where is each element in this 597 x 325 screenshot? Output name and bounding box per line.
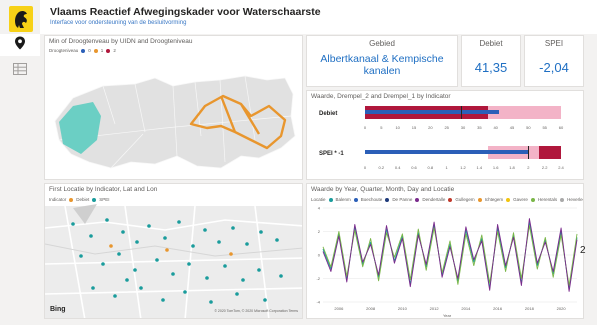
bullet-tick-label: 0.6 bbox=[411, 165, 417, 170]
bullet-label-spei: SPEI * -1 bbox=[319, 151, 344, 157]
bullet-tick-label: 50 bbox=[526, 125, 531, 130]
bullet-label-debiet: Debiet bbox=[319, 111, 337, 117]
bullet-tick-label: 10 bbox=[395, 125, 400, 130]
spei-target-marker bbox=[528, 146, 529, 159]
map-pin-icon bbox=[14, 36, 26, 55]
timeseries-x-axis: 2006 2008 2010 2012 2014 2016 2018 2020 bbox=[334, 306, 566, 311]
bullet-chart: Debiet 0 5 10 15 20 25 30 35 40 45 50 55 60 SPEI * -… bbox=[319, 106, 565, 170]
table-icon bbox=[13, 62, 27, 80]
debiet-target-marker bbox=[461, 106, 462, 119]
bullet-tick-label: 35 bbox=[477, 125, 482, 130]
clipped-edge-text: 2 bbox=[580, 245, 586, 256]
bullet-tick-label: 30 bbox=[461, 125, 466, 130]
x-tick-label: 2014 bbox=[461, 306, 471, 311]
threshold-bullet-tile[interactable]: Waarde, Drempel_2 and Drempel_1 by Indic… bbox=[306, 90, 584, 180]
bing-logo: Bing bbox=[50, 306, 66, 313]
x-tick-label: 2016 bbox=[493, 306, 503, 311]
bullet-tick-label: 0 bbox=[364, 125, 367, 130]
flanders-region-map[interactable] bbox=[45, 36, 303, 180]
app-root: Vlaams Reactief Afwegingskader voor Wate… bbox=[0, 0, 597, 325]
bullet-tick-label: 45 bbox=[510, 125, 515, 130]
timeseries-x-label: Year bbox=[443, 313, 452, 318]
nav-table-page[interactable] bbox=[0, 60, 40, 82]
bullet-tick-label: 1.2 bbox=[460, 165, 466, 170]
bullet-tick-label: 2 bbox=[527, 165, 530, 170]
y-tick-label: 4 bbox=[318, 206, 321, 211]
sidebar bbox=[0, 0, 40, 325]
debiet-value-bar bbox=[365, 110, 499, 114]
nav-map-page[interactable] bbox=[0, 34, 40, 56]
location-map-tile[interactable]: First Locatie by Indicator, Lat and Lon … bbox=[44, 183, 303, 319]
debiet-value: 41,35 bbox=[474, 60, 508, 75]
debiet-label: Debiet bbox=[479, 39, 503, 48]
x-tick-label: 2018 bbox=[525, 306, 535, 311]
bullet-tick-label: 55 bbox=[542, 125, 547, 130]
bullet-tick-label: 2.2 bbox=[542, 165, 548, 170]
bing-base-map[interactable] bbox=[45, 184, 303, 319]
y-tick-label: -2 bbox=[316, 276, 320, 281]
y-tick-label: 2 bbox=[318, 229, 321, 234]
x-tick-label: 2020 bbox=[557, 306, 567, 311]
spei-card: SPEI -2,04 bbox=[524, 35, 584, 87]
bullet-tick-label: 0.8 bbox=[428, 165, 434, 170]
bullet-tick-label: 1.8 bbox=[509, 165, 515, 170]
page-title: Vlaams Reactief Afwegingskader voor Wate… bbox=[50, 6, 321, 18]
map-copyright[interactable]: © 2020 TomTom, © 2020 Microsoft Corporat… bbox=[214, 309, 298, 313]
drought-map-tile[interactable]: Min of Droogtenveau by UIDN and Droogten… bbox=[44, 35, 303, 180]
bullet-tick-label: 0 bbox=[364, 165, 367, 170]
bullet-tick-label: 15 bbox=[412, 125, 417, 130]
x-tick-label: 2006 bbox=[334, 306, 344, 311]
bullet-tick-label: 1 bbox=[446, 165, 449, 170]
bullet-tick-label: 2.4 bbox=[558, 165, 564, 170]
gebied-card: Gebied Albertkanaal & Kempische kanalen bbox=[306, 35, 458, 87]
spei-value: -2,04 bbox=[539, 60, 569, 75]
bullet-tick-label: 25 bbox=[444, 125, 449, 130]
x-tick-label: 2010 bbox=[398, 306, 408, 311]
timeseries-chart[interactable]: 2006 2008 2010 2012 2014 2016 2018 2020 4 2 0 -2 -4… bbox=[307, 184, 584, 319]
debiet-axis: 0 5 10 15 20 25 30 35 40 45 50 55 60 bbox=[364, 125, 564, 130]
bullet-tick-label: 20 bbox=[428, 125, 433, 130]
gebied-value: Albertkanaal & Kempische kanalen bbox=[320, 53, 444, 77]
debiet-card: Debiet 41,35 bbox=[461, 35, 521, 87]
x-tick-label: 2012 bbox=[430, 306, 440, 311]
spei-label: SPEI bbox=[544, 39, 564, 48]
bullet-tick-label: 1.6 bbox=[493, 165, 499, 170]
bullet-tick-label: 0.2 bbox=[379, 165, 385, 170]
report-header: Vlaams Reactief Afwegingskader voor Wate… bbox=[40, 0, 597, 34]
gebied-label: Gebied bbox=[369, 39, 395, 48]
bullet-tick-label: 0.4 bbox=[395, 165, 401, 170]
timeseries-y-axis: 4 2 0 -2 -4 bbox=[316, 206, 320, 305]
y-tick-label: 0 bbox=[318, 253, 321, 258]
bullet-tick-label: 40 bbox=[493, 125, 498, 130]
y-tick-label: -4 bbox=[316, 300, 320, 305]
bullet-tick-label: 60 bbox=[559, 125, 564, 130]
flemish-lion-logo bbox=[9, 6, 33, 32]
timeseries-tile[interactable]: Waarde by Year, Quarter, Month, Day and … bbox=[306, 183, 584, 319]
spei-value-bar bbox=[365, 150, 529, 154]
spei-axis: 0 0.2 0.4 0.6 0.8 1 1.2 1.4 1.6 1.8 2 2.2 2.4 bbox=[364, 165, 565, 170]
bullet-tick-label: 1.4 bbox=[477, 165, 483, 170]
page-subtitle: Interface voor ondersteuning van de besl… bbox=[50, 20, 187, 26]
x-tick-label: 2008 bbox=[366, 306, 376, 311]
bullet-tick-label: 5 bbox=[380, 125, 383, 130]
